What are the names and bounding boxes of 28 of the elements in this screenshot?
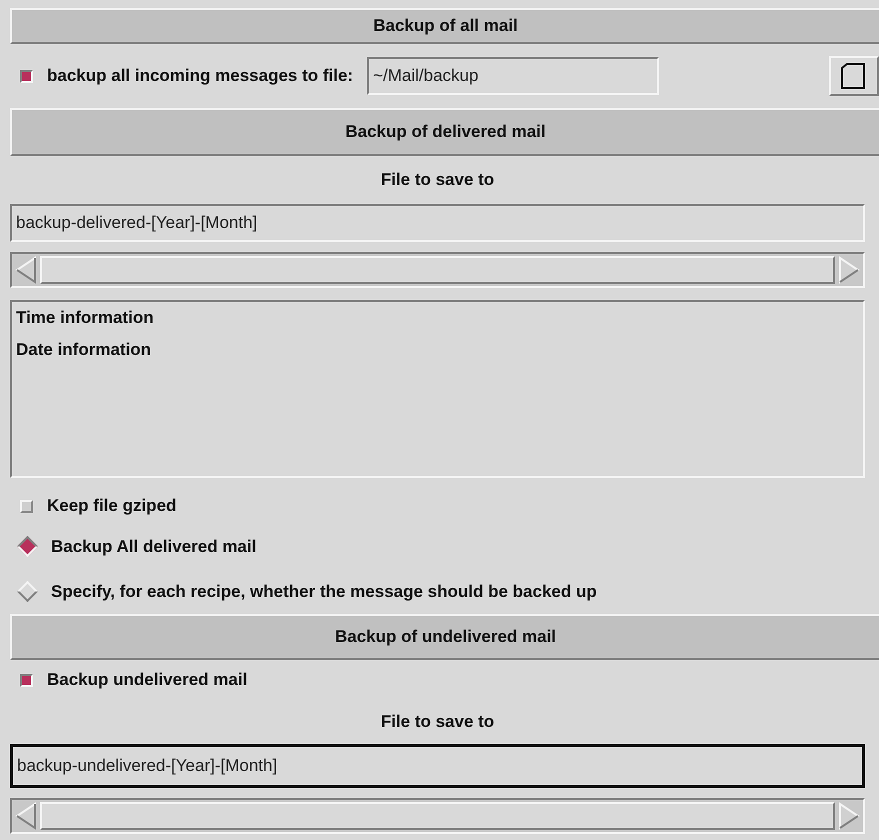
scroll-left-icon[interactable] — [14, 256, 38, 284]
list-item[interactable]: Date information — [16, 340, 859, 360]
page-icon — [839, 62, 867, 90]
field-caption: File to save to — [380, 712, 494, 732]
horizontal-scrollbar[interactable] — [10, 798, 865, 834]
field-caption: File to save to — [380, 170, 494, 190]
radio-label: Backup All delivered mail — [51, 536, 256, 556]
scroll-left-icon[interactable] — [14, 802, 38, 830]
checkbox[interactable] — [20, 674, 33, 686]
checkbox[interactable] — [20, 70, 33, 82]
section-header: Backup of undelivered mail — [10, 614, 879, 660]
file-name-field[interactable]: backup-delivered-[Year]-[Month] — [10, 204, 865, 242]
scroll-right-icon[interactable] — [837, 256, 861, 284]
file-name-field[interactable]: backup-undelivered-[Year]-[Month] — [10, 744, 865, 788]
path-field[interactable]: ~/Mail/backup — [367, 57, 660, 95]
horizontal-scrollbar[interactable] — [10, 252, 865, 288]
list-item[interactable]: Time information — [16, 308, 859, 328]
file-button[interactable] — [829, 56, 879, 96]
scrollbar-thumb[interactable] — [40, 802, 835, 830]
section-header: Backup of delivered mail — [10, 108, 879, 156]
list-box[interactable]: Time information Date information — [10, 300, 865, 478]
radio-label: Specify, for each recipe, whether the message should be backed up — [51, 582, 597, 602]
scrollbar-thumb[interactable] — [40, 256, 835, 284]
section-header: Backup of all mail — [10, 8, 879, 44]
scroll-right-icon[interactable] — [837, 802, 861, 830]
checkbox-label: Backup undelivered mail — [47, 670, 248, 690]
checkbox-label: Keep file gziped — [47, 496, 176, 516]
checkbox-label: backup all incoming messages to file: — [47, 66, 354, 86]
